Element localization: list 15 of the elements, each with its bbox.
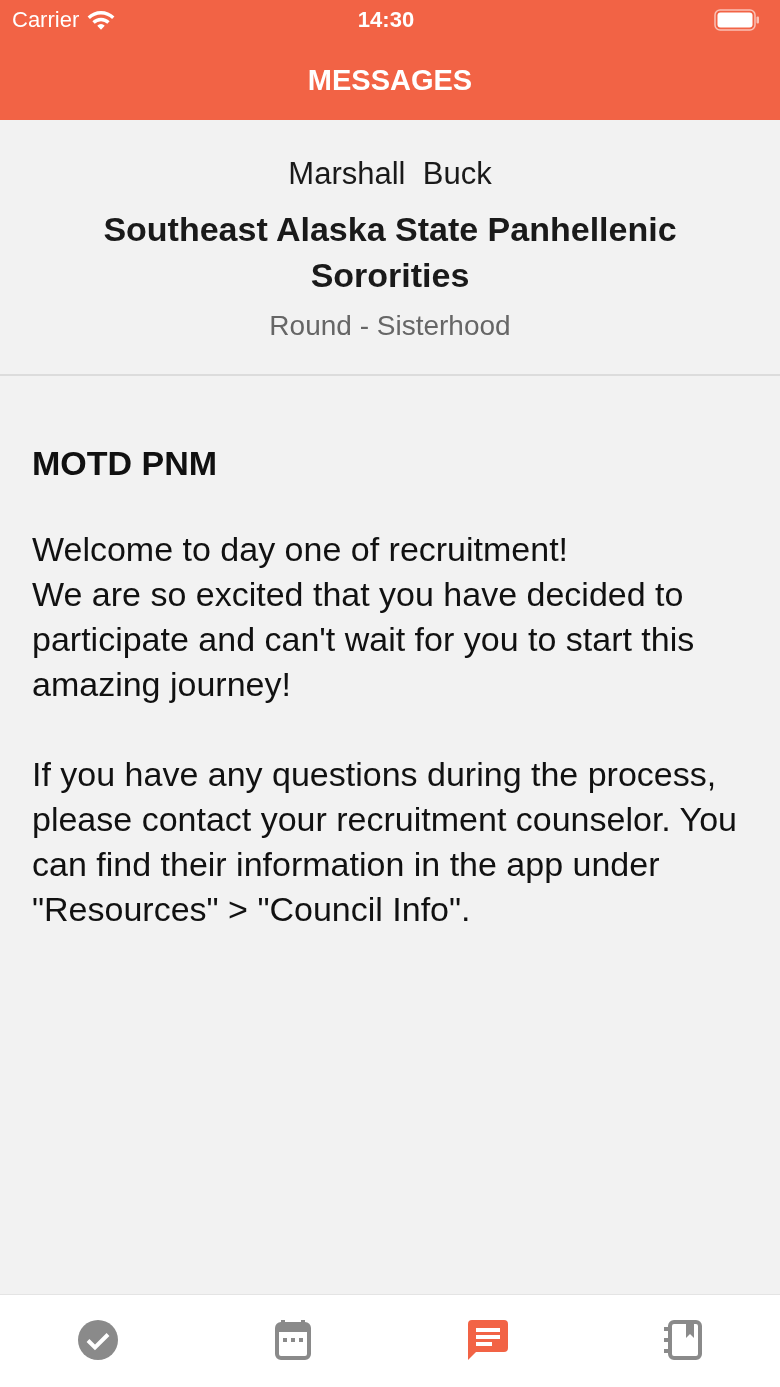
carrier-name: Carrier <box>12 7 80 33</box>
notebook-icon <box>663 1320 702 1360</box>
message-paragraph: Welcome to day one of recruitment! We are so excited that you have decided to participate and can't wait for you to start this amazing journey! <box>32 529 696 705</box>
screen-title: MESSAGES <box>307 63 473 97</box>
wifi-icon <box>87 9 116 31</box>
message-icon <box>467 1320 508 1360</box>
round-label: Round - Sisterhood <box>268 310 512 342</box>
calendar-icon <box>274 1320 311 1360</box>
clock-time: 14:30 <box>357 7 415 33</box>
checkmark-icon <box>77 1320 118 1360</box>
battery-icon <box>714 9 760 31</box>
organization-name: Southeast Alaska State Panhellenic Sororities <box>102 209 678 296</box>
message-paragraph: If you have any questions during the process, please contact your recruitment counselor. You can find their information in the app under "Resources" > "Council Info". <box>32 754 738 930</box>
message-title: MOTD PNM <box>32 444 219 483</box>
sender-name: Marshall Buck <box>287 156 493 192</box>
